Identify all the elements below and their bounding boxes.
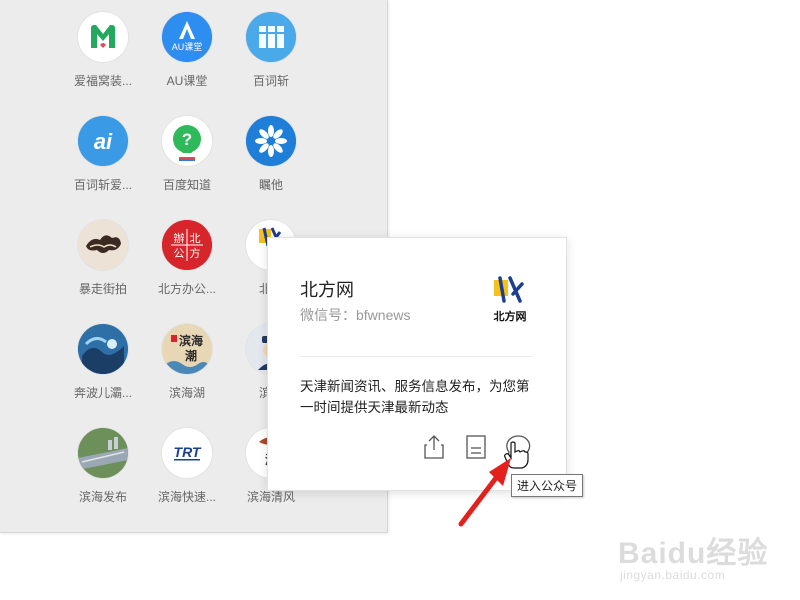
app-au-classroom[interactable]: AU课堂 AU课堂 [145, 12, 229, 89]
app-aifuwo[interactable]: 爱福窝装... [61, 12, 145, 89]
app-label: 瞩他 [258, 178, 283, 192]
app-benbo[interactable]: 奔波儿灞... [61, 324, 145, 401]
baicizhan-logo-icon [246, 12, 296, 62]
svg-text:AU课堂: AU课堂 [172, 41, 203, 52]
baidu-watermark: Baidu经验 jingyan.baidu.com [610, 520, 790, 590]
app-label: AU课堂 [166, 74, 208, 88]
watermark-logo: Baidu经验 [618, 537, 769, 570]
app-label: 爱福窝装... [73, 74, 132, 88]
share-button[interactable] [421, 434, 447, 460]
screen: 爱福窝装... AU课堂 AU课堂 百词斩 ai 百词斩爱... ? 百度知道 … [0, 0, 800, 600]
app-binhai-release[interactable]: 滨海发布 [61, 428, 145, 505]
svg-text:TRT: TRT [174, 444, 202, 460]
svg-text:方: 方 [190, 246, 201, 260]
app-label: 百度知道 [162, 178, 211, 192]
app-baidu-zhidao[interactable]: ? 百度知道 [145, 116, 229, 193]
street-logo-icon [78, 220, 128, 270]
wave-logo-icon [78, 324, 128, 374]
city-logo-icon [78, 428, 128, 478]
wechat-id: 微信号：bfwnews [300, 307, 411, 323]
app-label: 百词斩 [252, 74, 289, 88]
app-label: 滨海湖 [168, 386, 205, 400]
app-label: 奔波儿灞... [73, 386, 132, 400]
app-label: 滨海发布 [78, 490, 127, 504]
svg-text:公: 公 [174, 247, 185, 260]
app-label: 百词斩爱... [73, 178, 132, 192]
app-baicizhan[interactable]: 百词斩 [229, 12, 313, 89]
office-logo-icon: 辦 北 公 方 [162, 220, 212, 270]
card-divider [300, 356, 532, 357]
share-icon [424, 435, 444, 459]
account-description: 天津新闻资讯、服务信息发布，为您第一时间提供天津最新动态 [300, 379, 530, 415]
app-zhuta[interactable]: 瞩他 [229, 116, 313, 193]
app-binhai-kuaisu[interactable]: TRT 滨海快速... [145, 428, 229, 505]
svg-text:潮: 潮 [185, 348, 197, 363]
app-beifang-office[interactable]: 辦 北 公 方 北方办公... [145, 220, 229, 297]
beifang-logo-icon: 北方网 [480, 274, 540, 324]
app-label: 北方办公... [157, 282, 216, 296]
svg-text:北方网: 北方网 [494, 309, 527, 323]
tooltip: 进入公众号 [511, 474, 584, 497]
flower-logo-icon [246, 116, 296, 166]
m-logo-icon [78, 12, 128, 62]
app-baozou-jiepai[interactable]: 暴走街拍 [61, 220, 145, 297]
watermark-url: jingyan.baidu.com [620, 568, 726, 582]
ai-logo-icon: ai [78, 116, 128, 166]
binhaihu-logo-icon: 滨海 潮 [162, 324, 212, 374]
app-label: 滨海快速... [157, 490, 216, 504]
svg-text:辦: 辦 [174, 231, 185, 245]
svg-text:?: ? [182, 130, 192, 149]
svg-text:北: 北 [190, 232, 201, 245]
app-baicizhan-ai[interactable]: ai 百词斩爱... [61, 116, 145, 193]
au-logo-icon: AU课堂 [162, 12, 212, 62]
svg-text:ai: ai [94, 129, 113, 154]
question-logo-icon: ? [162, 116, 212, 166]
svg-text:滨海: 滨海 [179, 333, 203, 348]
app-binhaihu[interactable]: 滨海 潮 滨海湖 [145, 324, 229, 401]
app-label: 暴走街拍 [78, 282, 127, 296]
account-name: 北方网 [300, 280, 354, 300]
trt-logo-icon: TRT [162, 428, 212, 478]
